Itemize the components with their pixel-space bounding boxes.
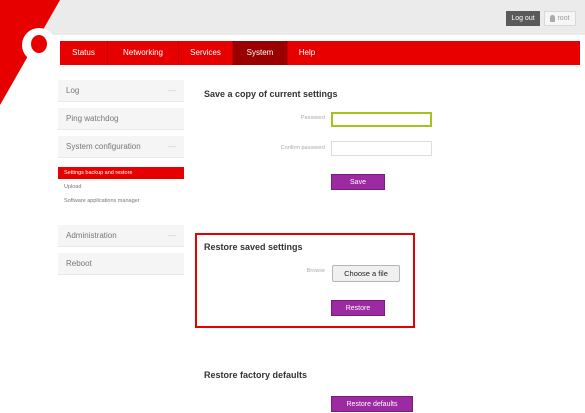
sidebar-item-label: System configuration	[66, 142, 141, 151]
nav-status[interactable]: Status	[60, 41, 108, 65]
sidebar-item-label: Administration	[66, 231, 117, 240]
factory-section-title: Restore factory defaults	[204, 370, 308, 380]
sidebar-item-label: Reboot	[66, 259, 92, 268]
nav-networking[interactable]: Networking	[108, 41, 179, 65]
chevron-icon: —	[168, 86, 176, 95]
restore-button[interactable]: Restore	[331, 300, 385, 316]
nav-help[interactable]: Help	[288, 41, 326, 65]
save-section-title: Save a copy of current settings	[204, 89, 338, 99]
sidebar-subitem-software-manager[interactable]: Software applications manager	[58, 195, 184, 207]
logout-button[interactable]: Log out	[506, 11, 540, 26]
sidebar-item-label: Log	[66, 86, 80, 95]
sidebar-item-ping-watchdog[interactable]: Ping watchdog	[58, 108, 184, 130]
sidebar-item-administration[interactable]: Administration —	[58, 225, 184, 247]
top-bar	[0, 0, 585, 35]
restore-defaults-button[interactable]: Restore defaults	[331, 396, 413, 412]
confirm-password-label: Confirm password	[280, 145, 325, 151]
user-button[interactable]: root	[544, 11, 576, 26]
sidebar-item-reboot[interactable]: Reboot	[58, 253, 184, 275]
main-nav: Status Networking Services System Help	[60, 41, 580, 65]
sidebar-subitem-upload[interactable]: Upload	[58, 181, 184, 193]
sidebar-item-label: Ping watchdog	[66, 114, 119, 123]
sidebar-subitem-settings-backup[interactable]: Settings backup and restore	[58, 167, 184, 179]
password-label: Password	[300, 115, 325, 121]
save-button[interactable]: Save	[331, 174, 385, 190]
user-label: root	[557, 15, 570, 22]
choose-file-button[interactable]: Choose a file	[332, 265, 400, 282]
nav-system[interactable]: System	[233, 41, 288, 65]
password-field[interactable]	[331, 112, 432, 127]
nav-services[interactable]: Services	[179, 41, 233, 65]
chevron-icon: —	[168, 231, 176, 240]
vodafone-logo	[22, 28, 56, 62]
chevron-icon: —	[168, 142, 176, 151]
browse-label: Browse	[306, 268, 325, 274]
sidebar-item-system-configuration[interactable]: System configuration —	[58, 136, 184, 158]
user-icon	[550, 14, 556, 22]
confirm-password-field[interactable]	[331, 141, 432, 156]
sidebar-item-log[interactable]: Log —	[58, 80, 184, 102]
restore-section-title: Restore saved settings	[204, 242, 303, 252]
